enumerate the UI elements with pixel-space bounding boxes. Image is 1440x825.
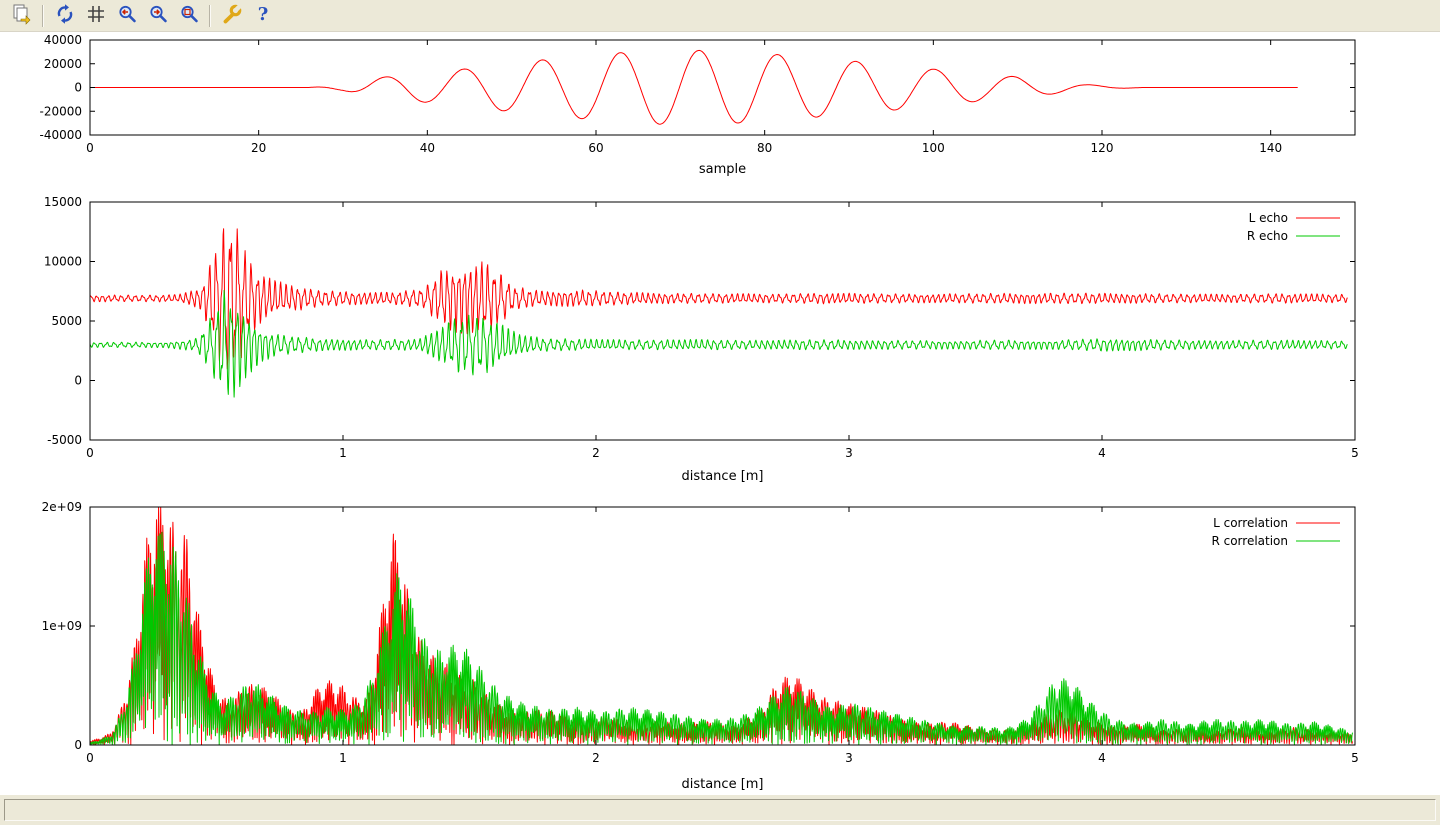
status-field [4, 799, 1436, 821]
toolbar: ? [0, 0, 1440, 32]
copy-icon [11, 3, 33, 29]
sample-waveform-chart: 0 20 40 60 80 100 120 140 40000 20000 0 -20000 -4000… [39, 33, 1355, 177]
x-axis-label: sample [699, 162, 746, 177]
x-tick-label: 100 [922, 141, 945, 155]
y-tick-label: 10000 [44, 255, 82, 269]
x-tick-label: 140 [1259, 141, 1282, 155]
copy-to-clipboard-button[interactable] [7, 1, 36, 30]
refresh-icon [54, 3, 76, 29]
zoom-previous-button[interactable] [112, 1, 141, 30]
x-tick-label: 0 [86, 751, 94, 765]
y-tick-label: 0 [74, 738, 82, 752]
y-tick-label: 20000 [44, 57, 82, 71]
x-tick-label: 5 [1351, 446, 1359, 460]
toolbar-separator [42, 5, 44, 27]
toolbar-separator [209, 5, 211, 27]
configure-terminal-button[interactable] [217, 1, 246, 30]
autoscale-button[interactable] [174, 1, 203, 30]
x-tick-label: 2 [592, 751, 600, 765]
y-tick-label: -5000 [47, 433, 82, 447]
x-tick-label: 1 [339, 446, 347, 460]
x-tick-label: 4 [1098, 446, 1106, 460]
x-tick-label: 2 [592, 446, 600, 460]
zoom-reset-icon [178, 3, 200, 29]
help-button[interactable]: ? [248, 1, 277, 30]
x-tick-label: 120 [1091, 141, 1114, 155]
status-bar [0, 795, 1440, 825]
help-icon: ? [252, 3, 274, 29]
replot-button[interactable] [50, 1, 79, 30]
grid-icon [85, 3, 107, 29]
echo-chart: 0 1 2 3 4 5 15000 10000 5000 0 -5000 distance [m] L … [44, 195, 1359, 484]
x-axis-label: distance [m] [681, 777, 763, 792]
legend-label: L echo [1249, 211, 1288, 225]
zoom-previous-icon [116, 3, 138, 29]
y-tick-label: 1e+09 [42, 619, 82, 633]
correlation-chart: 0 1 2 3 4 5 2e+09 1e+09 0 distance [m] L correlati… [42, 500, 1359, 792]
legend-label: R correlation [1211, 534, 1288, 548]
y-tick-label: 40000 [44, 33, 82, 47]
toggle-grid-button[interactable] [81, 1, 110, 30]
zoom-next-button[interactable] [143, 1, 172, 30]
x-tick-label: 5 [1351, 751, 1359, 765]
y-tick-label: -40000 [39, 128, 82, 142]
x-tick-label: 3 [845, 446, 853, 460]
x-tick-label: 0 [86, 446, 94, 460]
gnuplot-graph-window: ? 02040608010012014040000200000-20000-40… [0, 0, 1440, 825]
y-tick-label: 0 [74, 374, 82, 388]
y-tick-label: 5000 [51, 314, 82, 328]
wrench-icon [221, 3, 243, 29]
x-tick-label: 80 [757, 141, 772, 155]
plots-svg: 02040608010012014040000200000-20000-4000… [0, 32, 1440, 795]
zoom-next-icon [147, 3, 169, 29]
x-tick-label: 40 [420, 141, 435, 155]
y-tick-label: 15000 [44, 195, 82, 209]
legend-label: R echo [1247, 229, 1288, 243]
x-axis-label: distance [m] [681, 469, 763, 484]
plot-canvas: 02040608010012014040000200000-20000-4000… [0, 32, 1440, 795]
x-tick-label: 3 [845, 751, 853, 765]
x-tick-label: 60 [588, 141, 603, 155]
legend-label: L correlation [1213, 516, 1288, 530]
x-tick-label: 1 [339, 751, 347, 765]
x-tick-label: 4 [1098, 751, 1106, 765]
plot-area[interactable] [90, 202, 1355, 440]
y-tick-label: -20000 [39, 104, 82, 118]
y-tick-label: 0 [74, 81, 82, 95]
y-tick-label: 2e+09 [42, 500, 82, 514]
x-tick-label: 0 [86, 141, 94, 155]
x-tick-label: 20 [251, 141, 266, 155]
svg-text:?: ? [257, 4, 268, 25]
